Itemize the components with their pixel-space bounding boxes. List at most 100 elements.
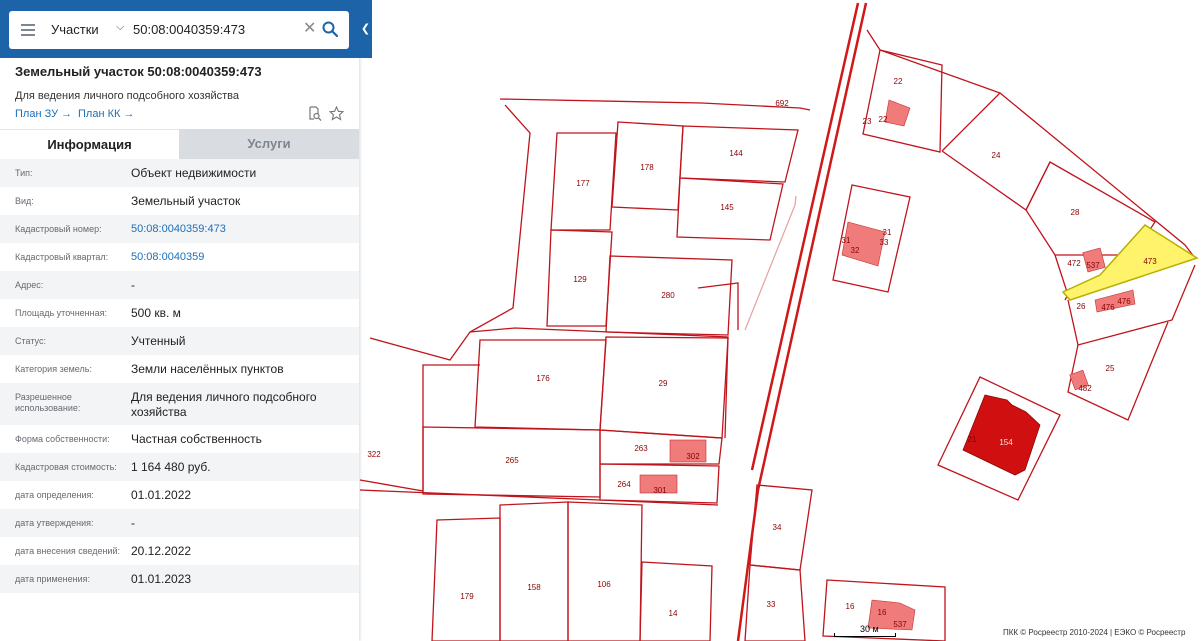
parcel-label: 301 <box>653 486 667 495</box>
parcel-label: 25 <box>1106 364 1115 373</box>
info-value: 20.12.2022 <box>131 544 192 558</box>
parcel-label: 33 <box>767 600 776 609</box>
map-scale-bar <box>834 633 896 637</box>
star-icon[interactable] <box>329 106 344 121</box>
parcel-label: 302 <box>686 452 700 461</box>
info-label: Статус: <box>15 336 46 346</box>
info-label: Кадастровый квартал: <box>15 252 109 262</box>
info-label: Тип: <box>15 168 33 178</box>
parcel-label: 14 <box>669 609 678 618</box>
search-input[interactable] <box>133 17 303 41</box>
info-row: Тип: Объект недвижимости <box>0 159 359 187</box>
parcel-label: 106 <box>597 580 611 589</box>
info-value: Частная собственность <box>131 432 262 446</box>
parcel-label: 24 <box>992 151 1001 160</box>
parcel-label: 145 <box>720 203 734 212</box>
parcel-label: 176 <box>536 374 550 383</box>
info-panel: Участки ⌵ ✕ Земельный участок 50:08:0040… <box>0 0 359 641</box>
info-value: 500 кв. м <box>131 306 181 320</box>
plan-zu-link[interactable]: План ЗУ → <box>15 108 72 120</box>
info-row: Статус: Учтенный <box>0 327 359 355</box>
parcel-subtitle: Для ведения личного подсобного хозяйства <box>15 90 239 102</box>
parcel-label: 177 <box>576 179 590 188</box>
parcel-label: 537 <box>893 620 907 629</box>
info-row: Кадастровый номер: 50:08:0040359:473 <box>0 215 359 243</box>
info-value: Для ведения личного подсобного хозяйства <box>131 390 317 419</box>
info-value: - <box>131 516 135 530</box>
parcel-label: 476 <box>1101 303 1115 312</box>
cadastral-quarter-link[interactable]: 50:08:0040359 <box>131 250 351 265</box>
parcel-label: 158 <box>527 583 541 592</box>
info-label: Разрешенное использование: <box>15 392 81 413</box>
parcel-label: 178 <box>640 163 654 172</box>
info-row: Кадастровая стоимость: 1 164 480 руб. <box>0 453 359 481</box>
info-label: дата внесения сведений: <box>15 546 120 556</box>
parcel-label: 482 <box>1078 384 1092 393</box>
info-label: Форма собственности: <box>15 434 110 444</box>
parcel-label: 22 <box>879 115 888 124</box>
tab-info[interactable]: Информация <box>0 129 179 160</box>
info-row: Категория земель: Земли населённых пункто… <box>0 355 359 383</box>
parcel-label: 26 <box>1077 302 1086 311</box>
info-value: Земли населённых пунктов <box>131 362 284 376</box>
info-value: 01.01.2022 <box>131 488 192 502</box>
parcel-label: 154 <box>999 438 1013 447</box>
map-attribution: ПКК © Росреестр 2010-2024 | ЕЭКО © Росре… <box>1001 627 1188 638</box>
search-icon[interactable] <box>322 21 338 37</box>
tab-bar: Информация Услуги <box>0 129 359 160</box>
info-value: Объект недвижимости <box>131 166 257 180</box>
info-label: дата определения: <box>15 490 94 500</box>
parcel-label: 23 <box>863 117 872 126</box>
close-icon[interactable]: ✕ <box>303 19 316 39</box>
parcel-label: 144 <box>729 149 743 158</box>
info-label: Площадь уточненная: <box>15 308 107 318</box>
info-row: Форма собственности: Частная собственност… <box>0 425 359 453</box>
info-value: 01.01.2023 <box>131 572 192 586</box>
chevron-down-icon[interactable]: ⌵ <box>116 21 124 34</box>
parcel-label: 263 <box>634 444 648 453</box>
parcel-label: 473 <box>1143 257 1157 266</box>
parcel-label: 472 <box>1067 259 1081 268</box>
parcel-label: 29 <box>659 379 668 388</box>
search-bar: Участки ⌵ ✕ <box>0 0 359 58</box>
info-table: Тип: Объект недвижимости Вид: Земельный уч… <box>0 159 359 593</box>
parcel-label: 31 <box>883 228 892 237</box>
info-value: Учтенный <box>131 334 186 348</box>
parcel-label: 28 <box>1071 208 1080 217</box>
info-value: Земельный участок <box>131 194 241 208</box>
info-label: Вид: <box>15 196 34 206</box>
parcel-title: Земельный участок 50:08:0040359:473 <box>15 64 262 79</box>
info-value: - <box>131 278 135 292</box>
info-row: Адрес: - <box>0 271 359 299</box>
parcel-label: 16 <box>846 602 855 611</box>
plan-kk-link[interactable]: План КК → <box>78 108 134 120</box>
menu-icon[interactable] <box>21 24 35 36</box>
parcel-label: 16 <box>878 608 887 617</box>
info-row: дата внесения сведений: 20.12.2022 <box>0 537 359 565</box>
parcel-label: 179 <box>460 592 474 601</box>
parcel-label: 322 <box>367 450 381 459</box>
info-label: Кадастровый номер: <box>15 224 102 234</box>
tab-services[interactable]: Услуги <box>179 129 359 159</box>
parcel-label: 22 <box>894 77 903 86</box>
info-row: дата применения: 01.01.2023 <box>0 565 359 593</box>
info-label: Категория земель: <box>15 364 92 374</box>
parcel-label: 476 <box>1117 297 1131 306</box>
layer-select[interactable]: Участки <box>51 22 99 37</box>
parcel-label: 129 <box>573 275 587 284</box>
parcel-label: 537 <box>1086 261 1100 270</box>
document-search-icon[interactable] <box>307 106 322 121</box>
parcel-label: 264 <box>617 480 631 489</box>
info-row: Вид: Земельный участок <box>0 187 359 215</box>
collapse-panel-button[interactable]: ❮ <box>359 0 372 58</box>
info-row: Разрешенное использование: Для ведения ли… <box>0 383 359 425</box>
parcel-label: 33 <box>880 238 889 247</box>
info-row: Кадастровый квартал: 50:08:0040359 <box>0 243 359 271</box>
parcel-label: 32 <box>851 246 860 255</box>
info-label: Кадастровая стоимость: <box>15 462 117 472</box>
info-row: Площадь уточненная: 500 кв. м <box>0 299 359 327</box>
info-label: дата утверждения: <box>15 518 94 528</box>
parcel-label: 280 <box>661 291 675 300</box>
info-row: дата определения: 01.01.2022 <box>0 481 359 509</box>
cadastral-number-link[interactable]: 50:08:0040359:473 <box>131 222 351 237</box>
